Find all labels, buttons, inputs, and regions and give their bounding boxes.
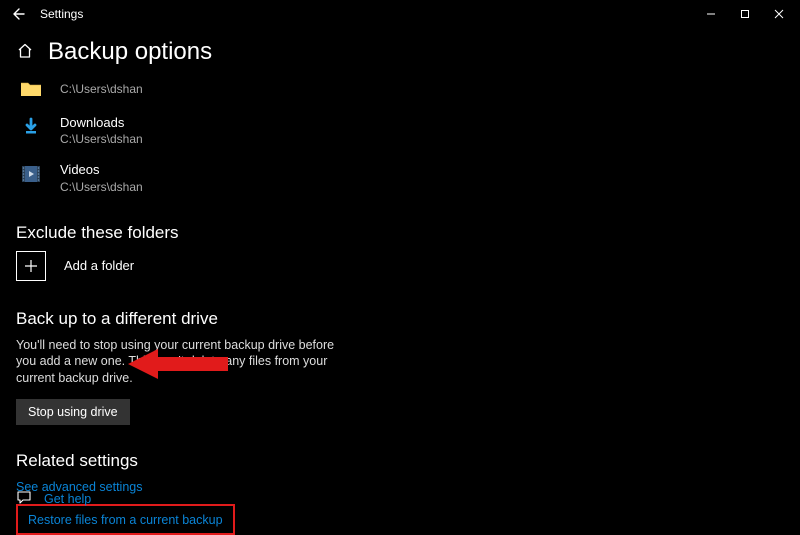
- maximize-button[interactable]: [728, 0, 762, 28]
- folder-item[interactable]: Videos C:\Users\dshan: [16, 157, 784, 204]
- app-title: Settings: [40, 7, 83, 21]
- get-help-link[interactable]: Get help: [44, 492, 91, 506]
- add-folder-button[interactable]: Add a folder: [16, 251, 784, 281]
- exclude-heading: Exclude these folders: [16, 223, 784, 243]
- folder-item[interactable]: Downloads C:\Users\dshan: [16, 110, 784, 157]
- page-title: Backup options: [48, 38, 212, 66]
- minimize-button[interactable]: [694, 0, 728, 28]
- back-button[interactable]: [4, 0, 32, 28]
- videos-icon: [20, 163, 42, 185]
- download-icon: [20, 116, 42, 138]
- close-button[interactable]: [762, 0, 796, 28]
- window-controls: [694, 0, 796, 28]
- restore-highlight-box: Restore files from a current backup: [16, 504, 235, 535]
- plus-icon: [16, 251, 46, 281]
- chat-icon: [16, 489, 32, 508]
- maximize-icon: [740, 9, 750, 19]
- minimize-icon: [706, 9, 716, 19]
- different-drive-body: You'll need to stop using your current b…: [16, 337, 346, 388]
- folder-icon: [20, 78, 42, 100]
- folder-item[interactable]: C:\Users\dshan: [16, 72, 784, 110]
- get-help-row[interactable]: Get help: [16, 489, 91, 508]
- folder-name: Downloads: [60, 115, 143, 131]
- page-header: Backup options: [0, 28, 800, 72]
- add-folder-label: Add a folder: [64, 258, 134, 273]
- folder-path: C:\Users\dshan: [60, 82, 143, 97]
- stop-using-drive-button[interactable]: Stop using drive: [16, 399, 130, 425]
- folder-path: C:\Users\dshan: [60, 132, 143, 147]
- home-icon[interactable]: [16, 42, 34, 63]
- folder-name: Videos: [60, 162, 143, 178]
- titlebar: Settings: [0, 0, 800, 28]
- close-icon: [774, 9, 784, 19]
- restore-files-link[interactable]: Restore files from a current backup: [28, 513, 223, 527]
- folder-path: C:\Users\dshan: [60, 180, 143, 195]
- different-drive-heading: Back up to a different drive: [16, 309, 784, 329]
- arrow-left-icon: [11, 7, 25, 21]
- related-heading: Related settings: [16, 451, 784, 471]
